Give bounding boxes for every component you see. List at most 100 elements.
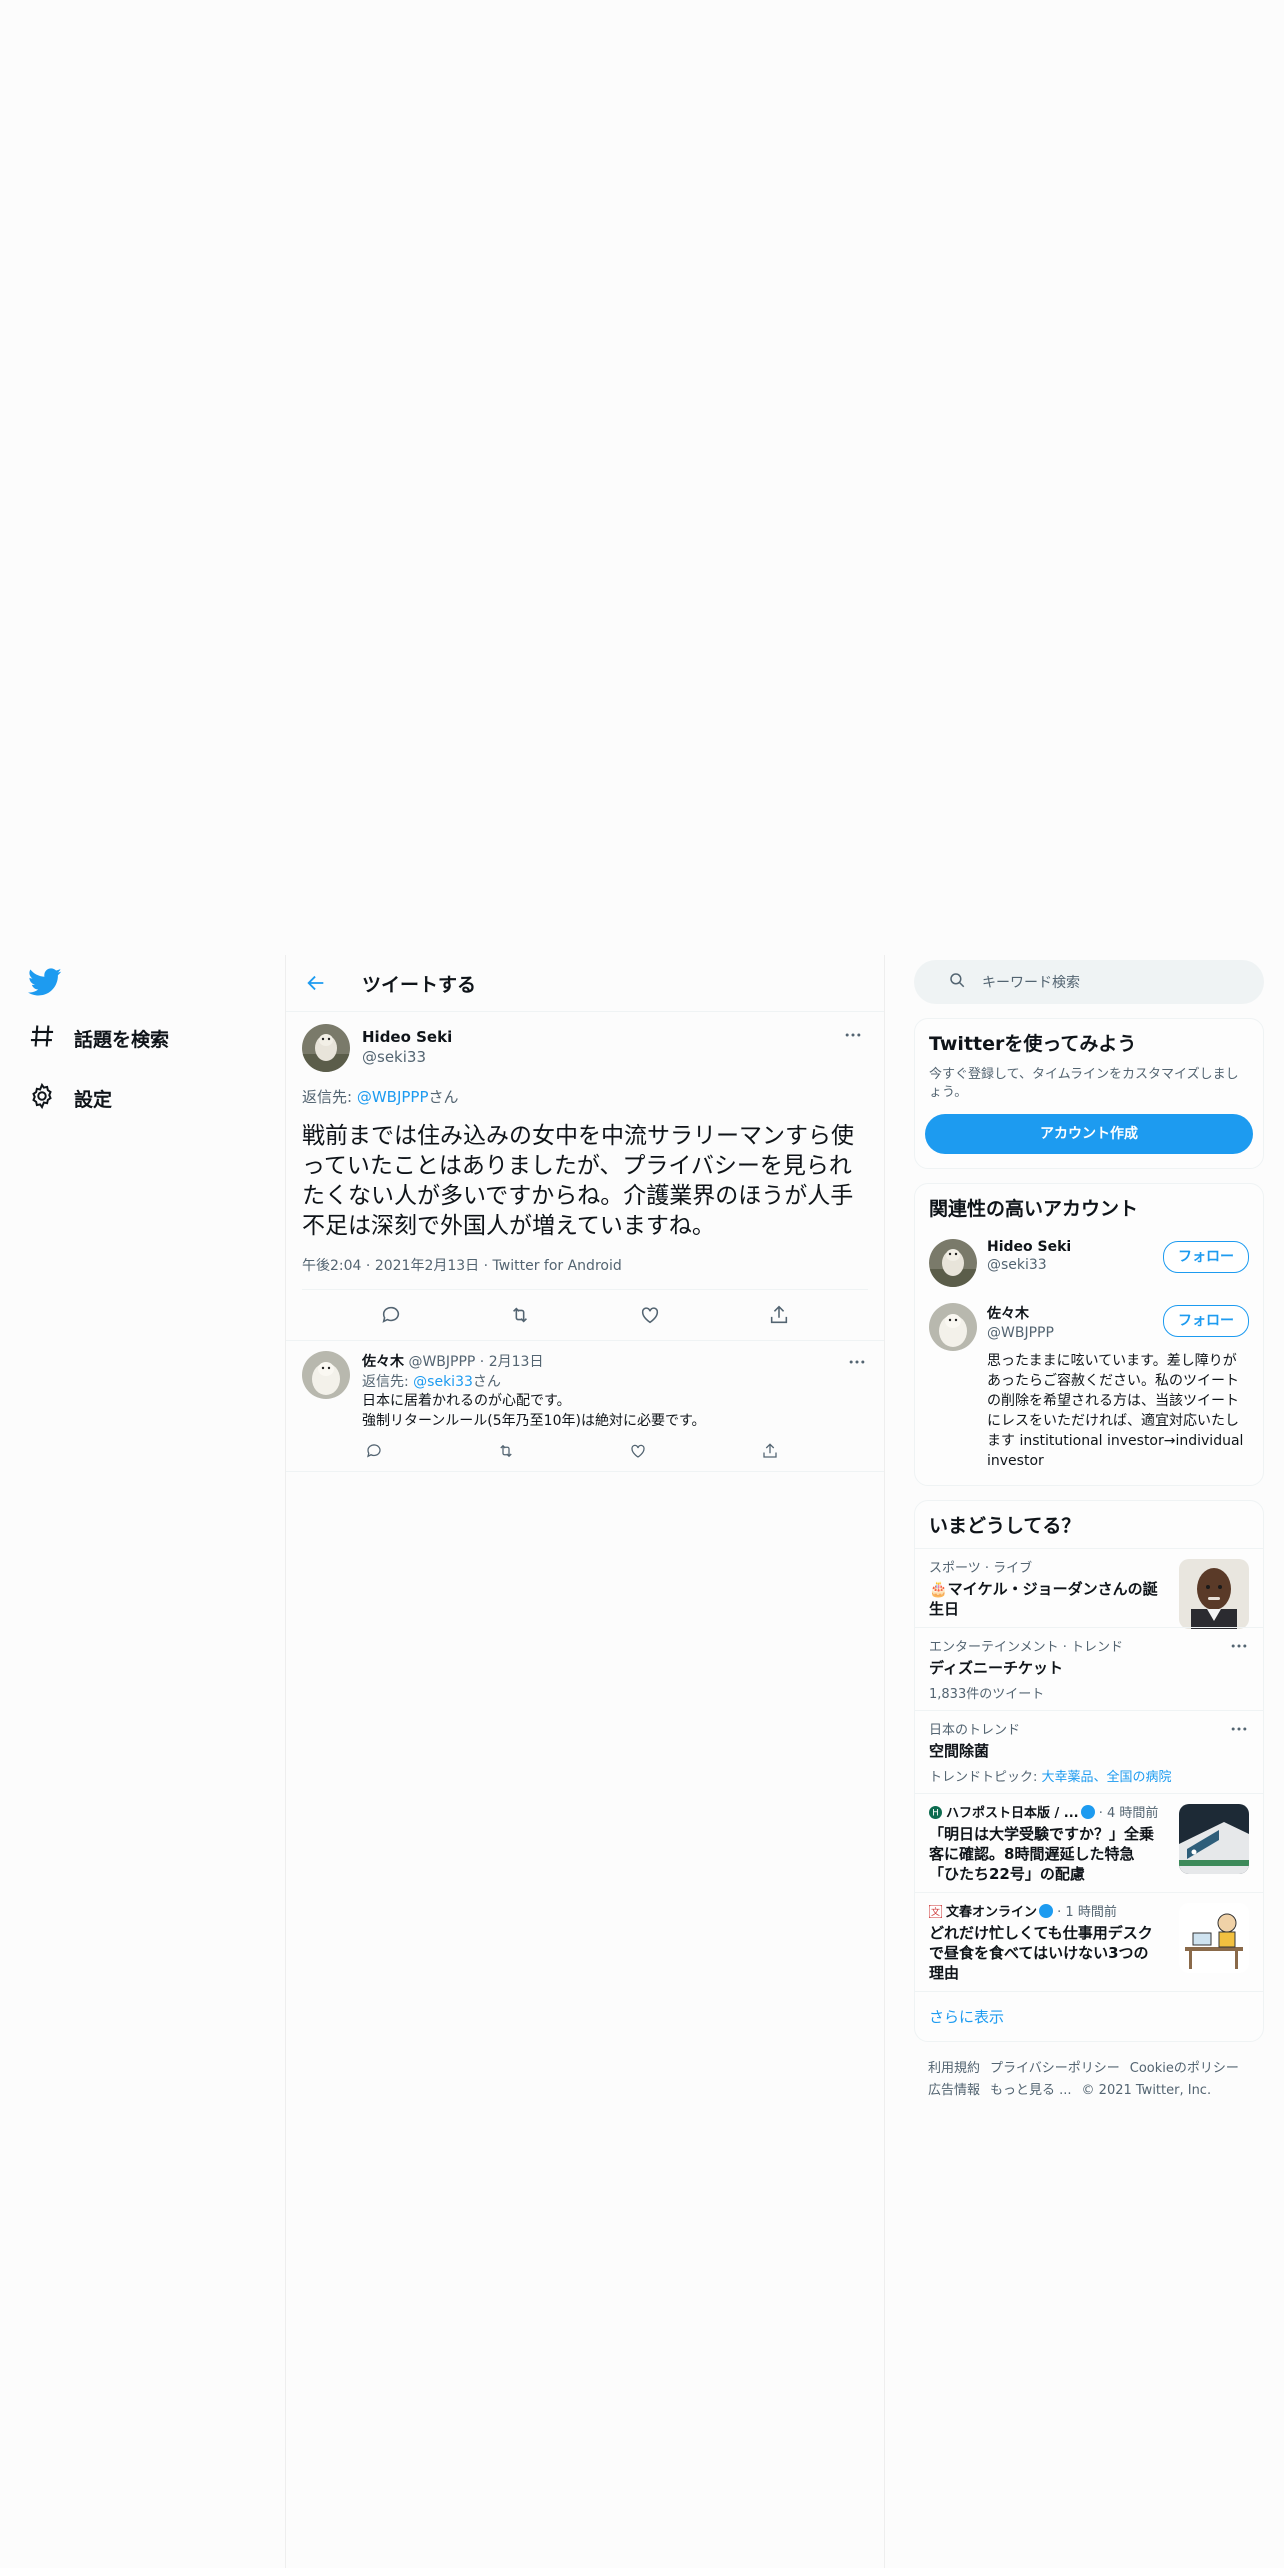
back-arrow-icon[interactable] [298, 965, 334, 1001]
news-source-icon: H [929, 1806, 942, 1819]
search-placeholder: キーワード検索 [982, 975, 1080, 991]
news-title: どれだけ忙しくても仕事用デスクで昼食を食べてはいけない3つの理由 [929, 1924, 1153, 1982]
nav-explore[interactable]: 話題を検索 [28, 1017, 278, 1059]
hashtag-icon [28, 1022, 56, 1055]
related-account[interactable]: 佐々木 @WBJPPP 思ったままに呟いています。差し障りがあったらご容赦くださ… [915, 1295, 1263, 1479]
share-icon[interactable] [758, 1439, 782, 1463]
news-time: 1 時間前 [1065, 1905, 1117, 1920]
trend-context: 日本のトレンド [929, 1723, 1021, 1738]
trend-item[interactable]: エンターテインメント · トレンド ディズニーチケット 1,833件のツイート [915, 1627, 1263, 1710]
nav-settings-label: 設定 [74, 1088, 113, 1111]
page-title: ツイートする [362, 973, 477, 996]
trend-title: 空間除菌 [929, 1742, 990, 1760]
trends-card: いまどうしてる？ スポーツ · ライブ 🎂マイケル・ジョーダンさんの誕生日 エン… [914, 1500, 1264, 2042]
show-more-link[interactable]: さらに表示 [915, 1991, 1263, 2041]
more-icon[interactable] [846, 1351, 868, 1373]
news-source: ハフポスト日本版 / ... [946, 1806, 1079, 1821]
avatar[interactable] [302, 1024, 350, 1072]
search-icon [948, 971, 966, 993]
trend-item[interactable]: 日本のトレンド 空間除菌 トレンドトピック: 大幸薬品、全国の病院 [915, 1710, 1263, 1793]
search-box[interactable]: キーワード検索 [914, 960, 1264, 1004]
reply-prefix: 返信先: [302, 1088, 357, 1106]
retweet-icon[interactable] [508, 1303, 532, 1327]
news-thumbnail [1179, 1804, 1249, 1874]
tweet-meta: 午後2:04 · 2021年2月13日 · Twitter for Androi… [302, 1255, 868, 1290]
main-column: ツイートする Hideo Seki @seki33 返信先: @WBJPPPさん… [286, 955, 884, 1472]
news-item[interactable]: H ハフポスト日本版 / ... · 4 時間前 「明日は大学受験ですか？」全乗客… [915, 1793, 1263, 1892]
footer-link-cookies[interactable]: Cookieのポリシー [1130, 2061, 1239, 2076]
signup-card: Twitterを使ってみよう 今すぐ登録して、タイムラインをカスタマイズしましょ… [914, 1018, 1264, 1169]
share-icon[interactable] [767, 1303, 791, 1327]
reply-actions [362, 1439, 782, 1463]
reply-mention-link[interactable]: @WBJPPP [357, 1088, 429, 1106]
trend-context: エンターテインメント · トレンド [929, 1640, 1124, 1655]
more-icon[interactable] [1229, 1719, 1249, 1739]
author-name[interactable]: Hideo Seki [362, 1028, 452, 1046]
gear-icon [28, 1082, 56, 1115]
replying-to: 返信先: @WBJPPPさん [302, 1086, 868, 1107]
tweet-actions [286, 1290, 884, 1341]
right-sidebar: キーワード検索 Twitterを使ってみよう 今すぐ登録して、タイムラインをカス… [914, 960, 1264, 2102]
reply-author-handle[interactable]: @WBJPPP [408, 1354, 475, 1370]
news-source-icon: 文 [928, 1904, 943, 1919]
trend-context: スポーツ · ライブ [929, 1561, 1033, 1576]
related-title: 関連性の高いアカウント [929, 1198, 1139, 1220]
reply-date[interactable]: 2月13日 [489, 1354, 544, 1370]
footer-link-privacy[interactable]: プライバシーポリシー [990, 2061, 1120, 2076]
nav-settings[interactable]: 設定 [28, 1077, 278, 1119]
trend-title: 🎂マイケル・ジョーダンさんの誕生日 [929, 1580, 1158, 1618]
trend-topic-prefix: トレンドトピック: [929, 1770, 1042, 1785]
reply-suffix: さん [472, 1374, 501, 1390]
news-source: 文春オンライン [946, 1905, 1038, 1920]
author-handle[interactable]: @seki33 [362, 1048, 452, 1066]
trend-item[interactable]: スポーツ · ライブ 🎂マイケル・ジョーダンさんの誕生日 [915, 1548, 1263, 1629]
footer-link-terms[interactable]: 利用規約 [928, 2061, 980, 2076]
trends-title: いまどうしてる？ [929, 1515, 1081, 1537]
twitter-logo-icon[interactable] [28, 965, 62, 999]
tweet-text: 戦前までは住み込みの女中を中流サラリーマンすら使っていたことはありましたが、プラ… [302, 1123, 854, 1239]
footer-link-more[interactable]: もっと見る ... [990, 2083, 1072, 2098]
footer: 利用規約 プライバシーポリシー Cookieのポリシー 広告情報 もっと見る ... ©… [914, 2058, 1264, 2102]
reply-icon[interactable] [379, 1303, 403, 1327]
reply-text-line-2: 強制リターンルール(5年乃至10年)は絶対に必要です。 [362, 1413, 706, 1429]
more-icon[interactable] [1229, 1636, 1249, 1656]
avatar[interactable] [302, 1351, 350, 1399]
signup-title: Twitterを使ってみよう [929, 1033, 1137, 1055]
account-bio: 思ったままに呟いています。差し障りがあったらご容赦ください。私のツイートの削除を… [987, 1353, 1244, 1469]
follow-button[interactable]: フォロー [1163, 1241, 1249, 1273]
create-account-button[interactable]: アカウント作成 [925, 1114, 1253, 1154]
like-icon[interactable] [638, 1303, 662, 1327]
avatar[interactable] [929, 1239, 977, 1287]
verified-badge-icon [1080, 1805, 1095, 1819]
tweet-time[interactable]: 午後2:04 [302, 1258, 361, 1274]
tweet-client[interactable]: Twitter for Android [493, 1258, 622, 1274]
verified-badge-icon [1039, 1904, 1054, 1918]
related-accounts-card: 関連性の高いアカウント Hideo Seki @seki33 フォロー 佐々木 … [914, 1183, 1264, 1486]
avatar[interactable] [929, 1303, 977, 1351]
main-header: ツイートする [286, 955, 884, 1012]
news-title: 「明日は大学受験ですか？」全乗客に確認。8時間遅延した特急「ひたち22号」の配慮 [929, 1825, 1155, 1883]
follow-button[interactable]: フォロー [1163, 1305, 1249, 1337]
reply-tweet[interactable]: 佐々木 @WBJPPP · 2月13日 返信先: @seki33さん 日本に居着… [286, 1341, 884, 1472]
tweet-date[interactable]: 2021年2月13日 [375, 1258, 479, 1274]
related-account[interactable]: Hideo Seki @seki33 フォロー [915, 1231, 1263, 1295]
trend-thumbnail [1179, 1559, 1249, 1629]
reply-author-name[interactable]: 佐々木 [362, 1354, 404, 1370]
news-item[interactable]: 文文春オンライン · 1 時間前 どれだけ忙しくても仕事用デスクで昼食を食べては… [915, 1892, 1263, 1991]
reply-prefix: 返信先: [362, 1374, 414, 1390]
retweet-icon[interactable] [494, 1439, 518, 1463]
trend-tweet-count: 1,833件のツイート [929, 1687, 1045, 1702]
focus-tweet: Hideo Seki @seki33 返信先: @WBJPPPさん 戦前までは住… [286, 1012, 884, 1341]
trend-title: ディズニーチケット [929, 1659, 1063, 1677]
reply-icon[interactable] [362, 1439, 386, 1463]
left-nav: 話題を検索 設定 [28, 965, 278, 1137]
signup-description: 今すぐ登録して、タイムラインをカスタマイズしましょう。 [929, 1067, 1239, 1100]
reply-text-line-1: 日本に居着かれるのが心配です。 [362, 1393, 571, 1409]
reply-suffix: さん [428, 1088, 459, 1106]
reply-mention-link[interactable]: @seki33 [413, 1374, 473, 1390]
like-icon[interactable] [626, 1439, 650, 1463]
trend-topic-link[interactable]: 大幸薬品、全国の病院 [1042, 1770, 1172, 1785]
footer-link-ads[interactable]: 広告情報 [928, 2083, 980, 2098]
news-thumbnail [1179, 1903, 1249, 1973]
more-icon[interactable] [842, 1024, 864, 1046]
